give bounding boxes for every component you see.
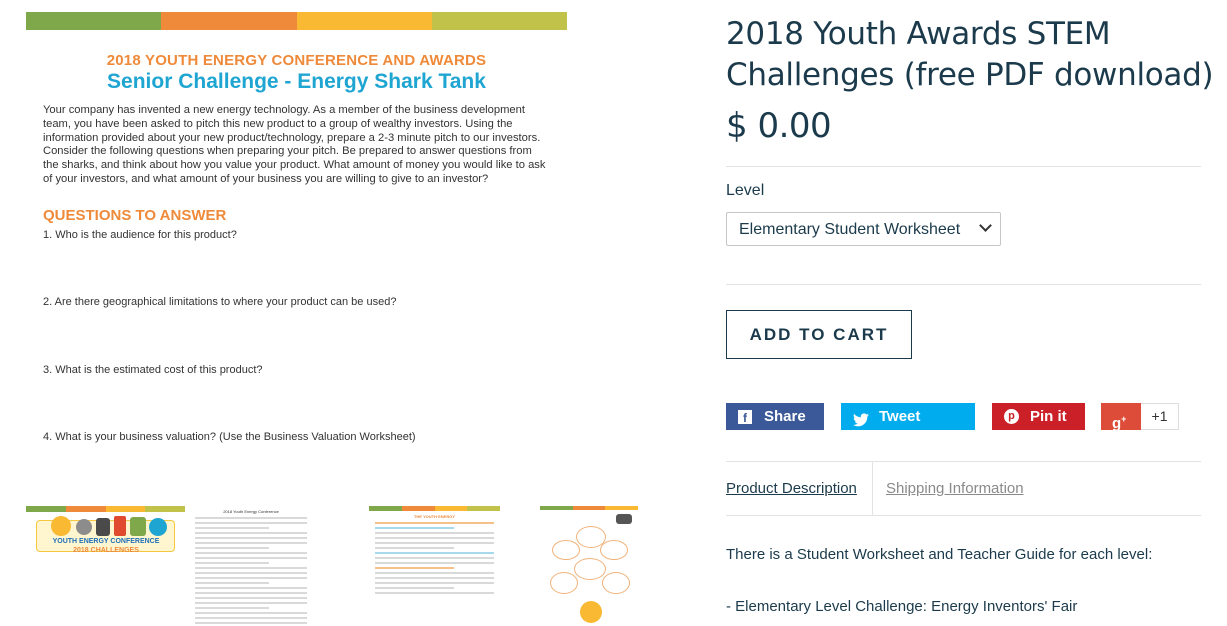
product-title: 2018 Youth Awards STEM Challenges (free …: [726, 16, 1214, 93]
description-text: There is a Student Worksheet and Teacher…: [726, 546, 1153, 563]
thumbnail-2[interactable]: 2018 Youth Energy Conference: [189, 506, 313, 624]
level-select-value: Elementary Student Worksheet: [739, 221, 961, 238]
sun-character-icon: [580, 601, 602, 623]
pinterest-pin-label: Pin it: [1030, 408, 1067, 425]
doc-question: 4. What is your business valuation? (Use…: [43, 431, 416, 443]
level-label: Level: [726, 182, 765, 199]
character-icon: [76, 519, 92, 535]
level-select[interactable]: Elementary Student Worksheet: [726, 212, 1001, 246]
pinterest-pin-button[interactable]: p Pin it: [992, 403, 1085, 430]
character-icon: [130, 517, 146, 536]
doc-subheading: Senior Challenge - Energy Shark Tank: [107, 70, 486, 93]
twitter-tweet-label: Tweet: [879, 408, 921, 425]
character-icon: [616, 514, 632, 524]
sun-character-icon: [51, 516, 71, 536]
product-main-image[interactable]: 2018 YOUTH ENERGY CONFERENCE AND AWARDS …: [26, 12, 567, 467]
divider: [726, 166, 1201, 167]
pinterest-icon: p: [1004, 409, 1019, 424]
thumbnail-title: 2018 Youth Energy Conference: [223, 509, 279, 514]
doc-heading: 2018 YOUTH ENERGY CONFERENCE AND AWARDS: [106, 52, 487, 69]
twitter-tweet-button[interactable]: Tweet: [841, 403, 975, 430]
description-text: - Elementary Level Challenge: Energy Inv…: [726, 598, 1078, 615]
doc-body: Your company has invented a new energy t…: [43, 104, 546, 185]
twitter-icon: [853, 409, 869, 436]
thumbnail-title: THE YOUTH ENERGY: [413, 514, 456, 519]
tab-divider: [872, 462, 873, 515]
color-stripe: [26, 12, 567, 30]
google-plus-count: +1: [1141, 403, 1179, 430]
divider: [726, 515, 1201, 516]
facebook-icon: f: [738, 410, 752, 425]
thumbnail-1[interactable]: YOUTH ENERGY CONFERENCE 2018 CHALLENGES: [26, 506, 185, 564]
character-icon: [114, 516, 126, 536]
add-to-cart-button[interactable]: ADD TO CART: [726, 310, 912, 359]
thumbnail-4[interactable]: [540, 506, 638, 624]
facebook-share-button[interactable]: f Share: [726, 403, 824, 430]
doc-questions-heading: QUESTIONS TO ANSWER: [43, 206, 227, 224]
google-plus-button[interactable]: g+: [1101, 403, 1141, 432]
character-icon: [96, 518, 110, 536]
product-price: $ 0.00: [726, 106, 832, 146]
doc-question: 2. Are there geographical limitations to…: [43, 296, 397, 308]
facebook-share-label: Share: [764, 408, 806, 425]
doc-question: 3. What is the estimated cost of this pr…: [43, 364, 263, 376]
thumbnail-text: YOUTH ENERGY CONFERENCE: [52, 538, 160, 545]
tab-product-description[interactable]: Product Description: [726, 480, 857, 497]
google-plus-icon: g+: [1112, 414, 1127, 432]
chevron-down-icon: [979, 219, 992, 232]
thumbnail-text: 2018 CHALLENGES: [73, 547, 139, 554]
thumbnail-3[interactable]: THE YOUTH ENERGY: [369, 506, 500, 624]
doc-question: 1. Who is the audience for this product?: [43, 229, 237, 241]
divider: [726, 461, 1201, 462]
globe-character-icon: [149, 518, 167, 536]
tab-shipping-information[interactable]: Shipping Information: [886, 480, 1024, 497]
divider: [726, 284, 1201, 285]
